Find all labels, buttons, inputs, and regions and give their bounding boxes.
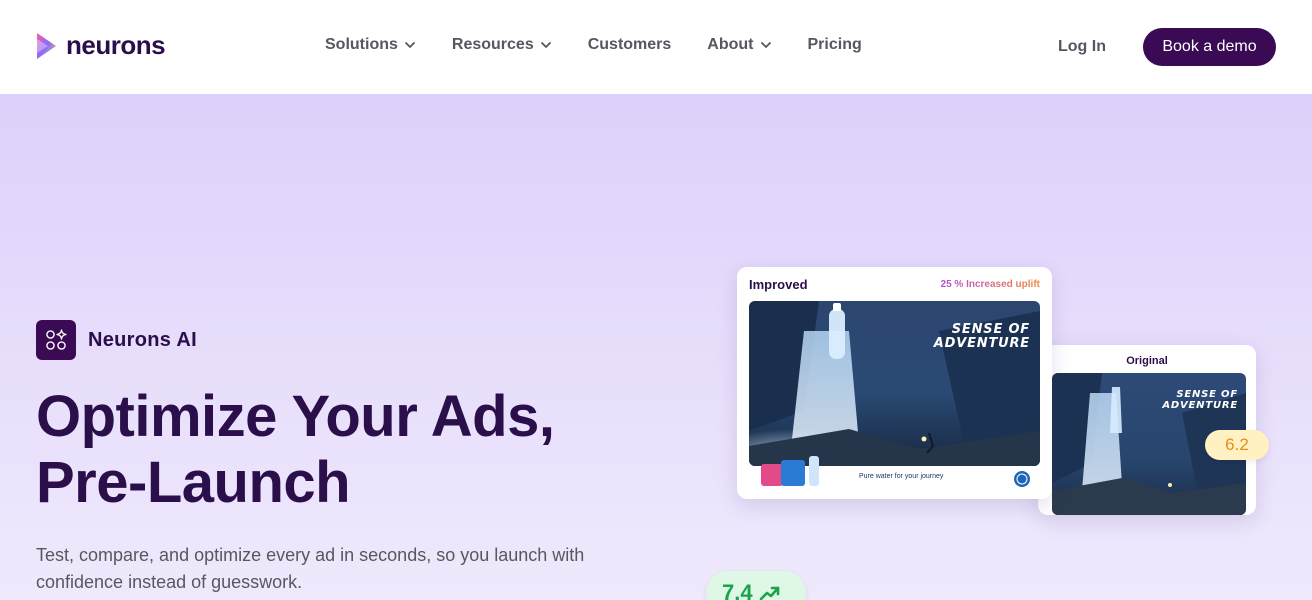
card-label: Improved	[749, 277, 808, 292]
nav-pricing[interactable]: Pricing	[808, 36, 862, 54]
badge-label: Neurons AI	[88, 328, 197, 351]
nav-resources[interactable]: Resources	[452, 36, 552, 54]
nav-label: Solutions	[325, 36, 398, 53]
login-link[interactable]: Log In	[1058, 38, 1106, 56]
chevron-down-icon	[540, 42, 551, 48]
main-nav: Solutions Resources Customers About Pric…	[325, 36, 862, 54]
score-value: 7.4	[722, 580, 753, 600]
title-line-2: Pre-Launch	[36, 450, 351, 515]
logo-icon	[37, 32, 56, 59]
trend-up-icon	[759, 586, 779, 600]
brand-name: neurons	[66, 30, 166, 60]
sparkle-circles-icon	[36, 320, 76, 360]
ad-headline: SENSE OF ADVENTURE	[1162, 389, 1238, 411]
brand-seal-icon	[1014, 471, 1030, 487]
ad-headline: SENSE OF ADVENTURE	[933, 322, 1030, 351]
book-demo-button[interactable]: Book a demo	[1143, 28, 1276, 66]
card-label: Original	[1126, 355, 1168, 367]
ad-footer-strip: Pure water for your journey	[749, 456, 1040, 492]
brand-logo[interactable]: neurons	[34, 30, 166, 61]
nav-label: About	[707, 36, 754, 53]
page-title: Optimize Your Ads, Pre-Launch	[36, 384, 656, 516]
site-header: neurons Solutions Resources Customers Ab…	[0, 0, 1312, 94]
nav-customers[interactable]: Customers	[588, 36, 672, 54]
improved-ad-card: Improved 25 % Increased uplift SENSE OF …	[737, 267, 1052, 499]
nav-label: Customers	[587, 36, 672, 53]
nav-solutions[interactable]: Solutions	[325, 36, 416, 54]
hero-description: Test, compare, and optimize every ad in …	[36, 545, 585, 592]
improved-score-badge: 7.4	[706, 571, 806, 600]
product-bottles-icon	[761, 456, 819, 486]
product-badge: Neurons AI	[36, 320, 197, 360]
chevron-down-icon	[404, 42, 415, 48]
improved-ad-image: SENSE OF ADVENTURE	[749, 301, 1040, 466]
ad-tagline: Pure water for your journey	[859, 473, 944, 480]
nav-about[interactable]: About	[707, 36, 771, 54]
nav-label: Pricing	[807, 36, 862, 53]
title-line-1: Optimize Your Ads,	[36, 384, 555, 449]
chevron-down-icon	[760, 42, 771, 48]
nav-label: Resources	[451, 36, 534, 53]
original-score-badge: 6.2	[1205, 430, 1269, 460]
uplift-label: 25 % Increased uplift	[940, 279, 1040, 290]
